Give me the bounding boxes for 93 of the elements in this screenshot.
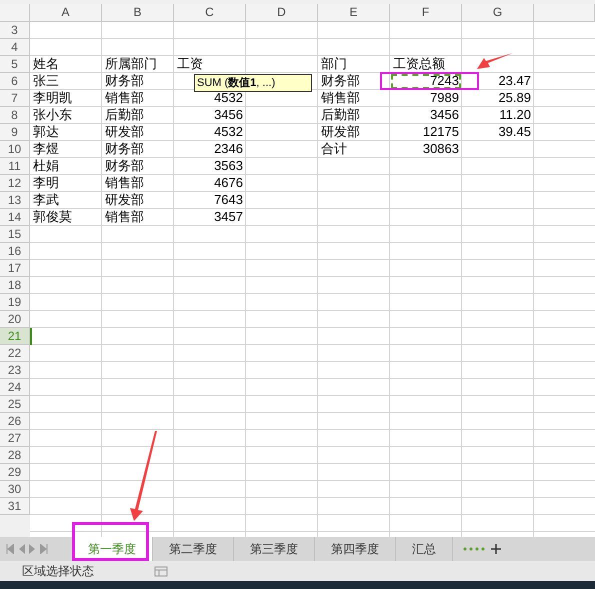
column-header[interactable]: A	[30, 4, 102, 22]
table-cell: 4532	[214, 90, 243, 106]
row-header[interactable]: 10	[0, 141, 30, 158]
row-header[interactable]: 18	[0, 277, 30, 294]
table-cell: 3456	[214, 107, 243, 123]
table-cell: 财务部	[105, 158, 144, 174]
row-header[interactable]: 11	[0, 158, 30, 175]
status-text: 区域选择状态	[22, 563, 94, 580]
function-tooltip: SUM (数值1, ...)	[194, 74, 312, 92]
row-header[interactable]: 5	[0, 56, 30, 73]
row-header[interactable]: 25	[0, 396, 30, 413]
select-all-corner[interactable]	[0, 4, 30, 22]
row-header[interactable]: 23	[0, 362, 30, 379]
active-cell-marker	[30, 328, 32, 345]
row-header[interactable]: 9	[0, 124, 30, 141]
table-cell: 7643	[214, 192, 243, 208]
table-cell: 30863	[422, 141, 459, 157]
column-header[interactable]: F	[390, 4, 462, 22]
add-sheet-icon[interactable]	[491, 544, 501, 554]
table-cell: 39.45	[498, 124, 531, 140]
table-cell: 研发部	[321, 124, 360, 140]
row-header[interactable]: 31	[0, 498, 30, 515]
row-header[interactable]: 22	[0, 345, 30, 362]
table-cell: 23.47	[498, 73, 531, 89]
table-cell: 销售部	[105, 175, 144, 191]
table-cell: 4676	[214, 175, 243, 191]
column-header[interactable]: G	[462, 4, 534, 22]
row-header[interactable]: 28	[0, 447, 30, 464]
more-sheets-icon[interactable]	[463, 547, 485, 551]
column-header[interactable]: B	[102, 4, 174, 22]
table-cell: 工资	[177, 56, 203, 72]
table-cell: 4532	[214, 124, 243, 140]
table-cell: 3456	[430, 107, 459, 123]
table-cell: 李明凯	[33, 90, 72, 106]
row-header[interactable]: 3	[0, 22, 30, 39]
table-cell: 姓名	[33, 56, 59, 72]
row-header[interactable]: 7	[0, 90, 30, 107]
table-cell: 12175	[422, 124, 459, 140]
row-header[interactable]: 30	[0, 481, 30, 498]
row-header[interactable]: 24	[0, 379, 30, 396]
table-cell: 销售部	[321, 90, 360, 106]
next-sheet-icon[interactable]	[29, 544, 36, 554]
table-cell: 郭俊莫	[33, 209, 72, 225]
table-cell: 研发部	[105, 192, 144, 208]
table-cell: 2346	[214, 141, 243, 157]
column-header[interactable]: E	[318, 4, 390, 22]
table-cell: 张三	[33, 73, 59, 89]
last-sheet-icon[interactable]	[40, 544, 48, 554]
row-header[interactable]: 12	[0, 175, 30, 192]
table-cell: 研发部	[105, 124, 144, 140]
table-cell: 后勤部	[321, 107, 360, 123]
row-header[interactable]: 29	[0, 464, 30, 481]
table-cell: 李明	[33, 175, 59, 191]
table-cell: 7989	[430, 90, 459, 106]
row-header[interactable]: 17	[0, 260, 30, 277]
arrow-drawing	[476, 52, 514, 71]
row-header[interactable]: 20	[0, 311, 30, 328]
table-cell: 所属部门	[105, 56, 157, 72]
table-cell: 3457	[214, 209, 243, 225]
table-cell: 销售部	[105, 90, 144, 106]
row-header[interactable]: 8	[0, 107, 30, 124]
row-header[interactable]: 15	[0, 226, 30, 243]
table-cell: 财务部	[321, 73, 360, 89]
column-header[interactable]: D	[246, 4, 318, 22]
table-cell: 财务部	[105, 73, 144, 89]
table-cell: 11.20	[499, 107, 531, 123]
row-header[interactable]: 16	[0, 243, 30, 260]
first-sheet-icon[interactable]	[6, 544, 14, 554]
table-cell: 3563	[214, 158, 243, 174]
table-cell: 25.89	[498, 90, 531, 106]
column-header[interactable]: C	[174, 4, 246, 22]
table-cell: 部门	[321, 56, 347, 72]
row-header[interactable]: 19	[0, 294, 30, 311]
table-cell: 李煜	[33, 141, 59, 157]
table-cell: 销售部	[105, 209, 144, 225]
row-header[interactable]: 4	[0, 39, 30, 56]
table-cell: 财务部	[105, 141, 144, 157]
table-cell: 郭达	[33, 124, 59, 140]
table-cell: 杜娟	[33, 158, 59, 174]
table-cell: 7243	[430, 73, 459, 89]
sheet-icon[interactable]	[154, 565, 168, 577]
row-header[interactable]: 27	[0, 430, 30, 447]
column-header[interactable]	[534, 4, 595, 22]
row-header[interactable]: 13	[0, 192, 30, 209]
row-header[interactable]: 6	[0, 73, 30, 90]
table-cell: 张小东	[33, 107, 72, 123]
previous-sheet-icon[interactable]	[18, 544, 25, 554]
row-header[interactable]: 26	[0, 413, 30, 430]
table-cell: 后勤部	[105, 107, 144, 123]
table-cell: 李武	[33, 192, 59, 208]
table-cell: 工资总额	[393, 56, 445, 72]
row-header[interactable]: 14	[0, 209, 30, 226]
table-cell: 合计	[321, 141, 347, 157]
